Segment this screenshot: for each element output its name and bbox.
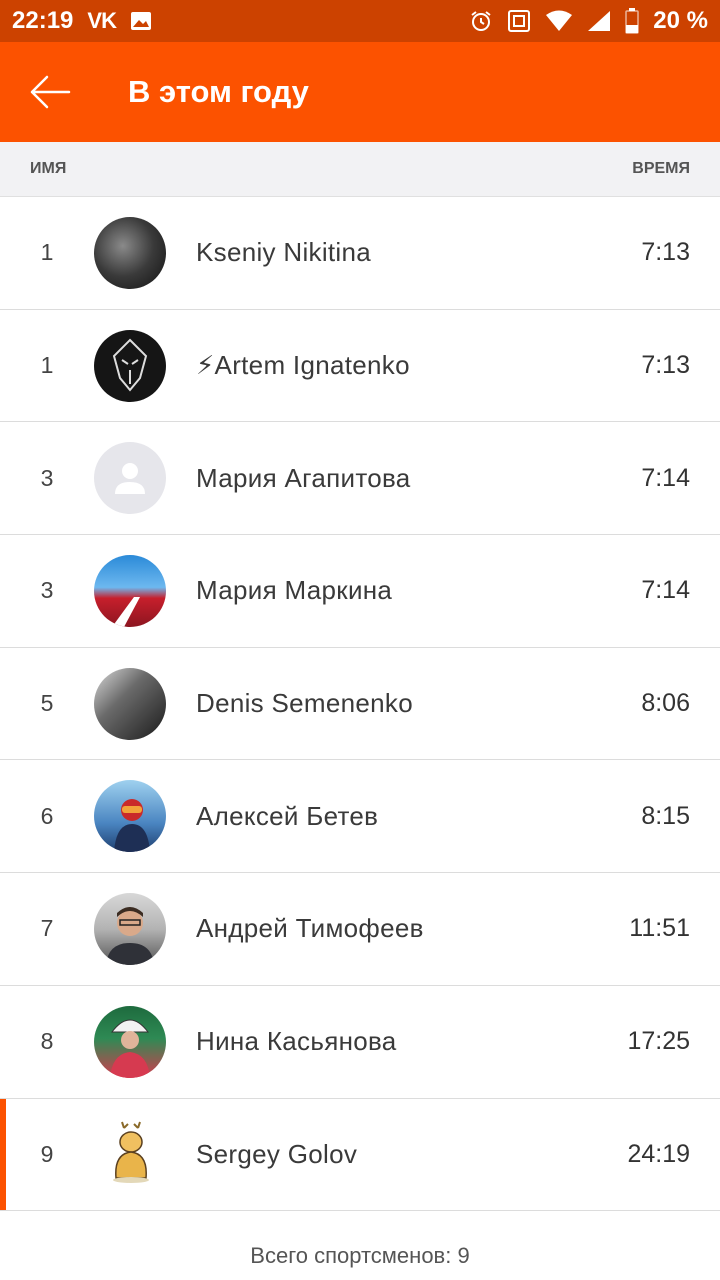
leaderboard-row[interactable]: 8 Нина Касьянова 17:25 — [0, 986, 720, 1099]
wifi-icon — [545, 10, 573, 32]
rank: 6 — [40, 802, 54, 829]
rank: 1 — [40, 352, 54, 379]
leaderboard-row[interactable]: 1 ⚡Artem Ignatenko 7:13 — [0, 310, 720, 423]
status-left: 22:19 VK — [12, 7, 152, 35]
leaderboard-row[interactable]: 6 Алексей Бетев 8:15 — [0, 760, 720, 874]
avatar[interactable] — [94, 1118, 166, 1191]
time: 7:13 — [641, 351, 690, 380]
rank: 8 — [40, 1028, 54, 1055]
back-button[interactable] — [0, 42, 100, 142]
signal-icon — [587, 10, 611, 32]
athlete-name[interactable]: Андрей Тимофеев — [196, 913, 580, 944]
column-header-time: ВРЕМЯ — [632, 160, 690, 177]
vk-icon: VK — [87, 8, 117, 33]
athlete-name[interactable]: ⚡Artem Ignatenko — [196, 350, 580, 381]
rank: 9 — [40, 1140, 54, 1167]
leaderboard-list: 1 Kseniy Nikitina 7:13 1 ⚡Artem Ignatenk… — [0, 197, 720, 1212]
leaderboard-row-current-user[interactable]: 9 Sergey Golov 24:19 — [0, 1098, 720, 1212]
nfc-icon — [507, 9, 531, 33]
cyclist-photo-icon — [110, 1019, 150, 1078]
avatar[interactable] — [94, 1005, 166, 1078]
status-time: 22:19 — [12, 7, 74, 34]
rank: 1 — [40, 239, 54, 266]
table-header: ИМЯ ВРЕМЯ — [0, 142, 720, 197]
avatar[interactable] — [94, 667, 166, 740]
avatar[interactable] — [94, 216, 166, 289]
battery-icon — [625, 8, 640, 34]
avatar[interactable] — [94, 780, 166, 853]
rank: 3 — [40, 464, 54, 491]
athlete-name[interactable]: Denis Semenenko — [196, 688, 580, 719]
leaderboard-row[interactable]: 1 Kseniy Nikitina 7:13 — [0, 197, 720, 310]
portrait-photo-icon — [106, 906, 154, 965]
time: 17:25 — [627, 1027, 690, 1056]
leaderboard-row[interactable]: 3 Мария Маркина 7:14 — [0, 535, 720, 648]
app-bar: В этом году — [0, 42, 720, 142]
rank: 5 — [40, 690, 54, 717]
page-title: В этом году — [128, 74, 309, 109]
athlete-name[interactable]: Мария Агапитова — [196, 463, 580, 494]
skier-photo-icon — [114, 799, 150, 853]
athlete-name[interactable]: Нина Касьянова — [196, 1026, 580, 1057]
athlete-name[interactable]: Kseniy Nikitina — [196, 237, 580, 268]
total-athletes: Всего спортсменов: 9 — [250, 1243, 470, 1269]
status-bar: 22:19 VK 20 % — [0, 0, 720, 42]
avatar[interactable] — [94, 554, 166, 627]
arrow-left-icon — [30, 75, 71, 109]
person-placeholder-icon — [115, 463, 145, 495]
cartoon-deer-icon — [113, 1122, 149, 1184]
time: 7:14 — [641, 463, 690, 492]
time: 24:19 — [627, 1139, 690, 1168]
avatar[interactable] — [94, 892, 166, 965]
track-photo-icon — [112, 596, 140, 627]
rank: 3 — [40, 577, 54, 604]
time: 11:51 — [629, 914, 690, 943]
leaderboard-row[interactable]: 5 Denis Semenenko 8:06 — [0, 648, 720, 761]
avatar[interactable] — [94, 442, 166, 515]
athlete-name[interactable]: Мария Маркина — [196, 575, 580, 606]
image-icon — [130, 11, 152, 31]
alarm-icon — [469, 9, 493, 33]
rank: 7 — [40, 915, 54, 942]
time: 7:14 — [641, 576, 690, 605]
leaderboard-row[interactable]: 7 Андрей Тимофеев 11:51 — [0, 873, 720, 986]
time: 8:15 — [641, 801, 690, 830]
battery-percent: 20 % — [653, 7, 708, 34]
column-header-name: ИМЯ — [30, 160, 67, 177]
athlete-name[interactable]: Алексей Бетев — [196, 801, 580, 832]
time: 7:13 — [641, 238, 690, 267]
athlete-name[interactable]: Sergey Golov — [196, 1139, 580, 1170]
status-right: 20 % — [469, 7, 708, 35]
time: 8:06 — [641, 689, 690, 718]
mask-art-icon — [112, 338, 148, 392]
avatar[interactable] — [94, 329, 166, 402]
leaderboard-row[interactable]: 3 Мария Агапитова 7:14 — [0, 422, 720, 536]
